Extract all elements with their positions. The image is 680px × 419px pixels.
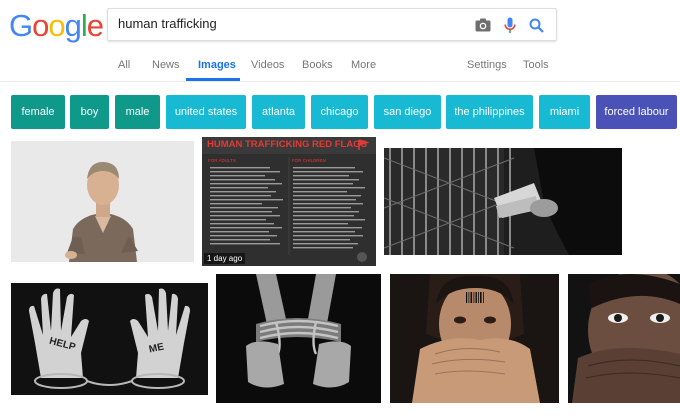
logo-letter: G	[9, 8, 33, 43]
google-logo[interactable]: Google	[9, 8, 104, 44]
image-result-man-speaking[interactable]	[11, 141, 194, 262]
image-result-red-flags-infographic[interactable]: HUMAN TRAFFICKING RED FLAGS FOR ADULTS F…	[202, 137, 376, 266]
logo-letter: g	[64, 8, 82, 43]
chip-boy[interactable]: boy	[70, 95, 109, 129]
chip-label: forced labour	[604, 106, 669, 118]
tab-news[interactable]: News	[152, 59, 180, 71]
logo-letter: o	[32, 8, 49, 43]
active-tab-indicator	[186, 78, 240, 81]
image-result-frightened-face[interactable]	[568, 274, 680, 403]
tab-images[interactable]: Images	[198, 59, 236, 71]
image-result-roped-hands[interactable]	[216, 274, 381, 403]
chip-the-philippines[interactable]: the philippines	[446, 95, 533, 129]
search-input[interactable]	[118, 16, 458, 31]
chip-chicago[interactable]: chicago	[311, 95, 368, 129]
image-result-covered-mouth-barcode[interactable]	[390, 274, 559, 403]
tab-settings[interactable]: Settings	[467, 59, 507, 71]
tab-tools[interactable]: Tools	[523, 59, 549, 71]
chip-male[interactable]: male	[115, 95, 160, 129]
tab-more[interactable]: More	[351, 59, 376, 71]
logo-letter: o	[48, 8, 65, 43]
infographic-left-heading: FOR ADULTS	[208, 158, 236, 163]
chip-label: female	[21, 106, 55, 118]
camera-icon[interactable]	[473, 15, 493, 35]
image-result-money-through-gate[interactable]	[384, 148, 622, 255]
search-tabs: All News Images Videos Books More Settin…	[0, 52, 680, 82]
chip-label: san diego	[383, 106, 432, 118]
chip-united-states[interactable]: united states	[166, 95, 246, 129]
image-result-help-me-hands[interactable]: HELP ME	[11, 283, 208, 395]
header: Google All News Images Videos Books More…	[0, 0, 680, 82]
chip-label: male	[125, 106, 150, 118]
logo-letter: e	[86, 8, 104, 43]
chip-label: united states	[174, 106, 238, 118]
search-icon[interactable]	[526, 15, 546, 35]
infographic-title: HUMAN TRAFFICKING RED FLAGS	[207, 139, 367, 150]
chip-label: chicago	[320, 106, 359, 118]
chip-label: atlanta	[261, 106, 296, 118]
chip-miami[interactable]: miami	[539, 95, 590, 129]
tab-all[interactable]: All	[118, 59, 130, 71]
chip-label: miami	[549, 106, 580, 118]
tab-books[interactable]: Books	[302, 59, 333, 71]
chip-atlanta[interactable]: atlanta	[252, 95, 305, 129]
search-box	[107, 8, 557, 41]
chip-san-diego[interactable]: san diego	[374, 95, 441, 129]
related-chips: female boy male united states atlanta ch…	[0, 95, 680, 129]
chip-label: boy	[80, 106, 99, 118]
chip-female[interactable]: female	[11, 95, 65, 129]
chip-label: the philippines	[454, 106, 525, 118]
tab-videos[interactable]: Videos	[251, 59, 284, 71]
microphone-icon[interactable]	[500, 15, 520, 35]
image-age-badge: 1 day ago	[204, 253, 246, 264]
infographic-right-heading: FOR CHILDREN	[292, 158, 326, 163]
chip-forced-labour[interactable]: forced labour	[596, 95, 677, 129]
